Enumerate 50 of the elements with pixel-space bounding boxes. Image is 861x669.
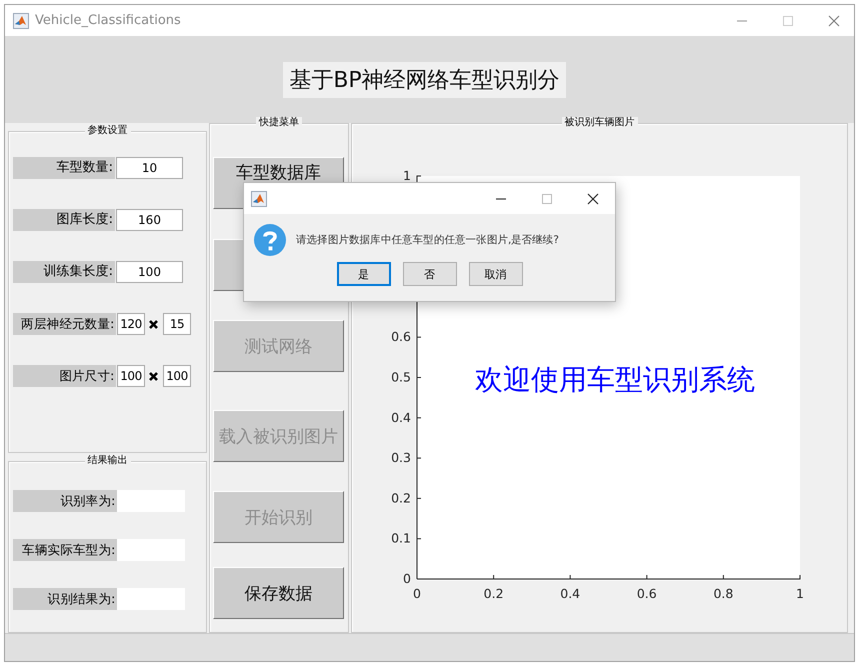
axis-tick-label: 0.6 [391, 329, 411, 344]
welcome-text: 欢迎使用车型识别系统 [475, 363, 755, 396]
panel-title: 结果输出 [84, 455, 130, 467]
field-label: 车辆实际车型为: [13, 539, 117, 561]
axis-tick-label: 0.5 [391, 370, 411, 384]
dialog-button[interactable]: 否 [402, 262, 456, 286]
close-icon[interactable] [587, 192, 599, 204]
matlab-logo-icon [251, 190, 267, 206]
panel-title: 被识别车辆图片 [562, 117, 638, 129]
panel-title: 快捷菜单 [256, 117, 302, 129]
axis-tick-label: 0.2 [391, 490, 411, 506]
menu-button[interactable]: 保存数据 [213, 567, 344, 619]
axis-tick-label: 0.4 [391, 410, 411, 425]
input-field[interactable]: 15 [163, 313, 191, 335]
output-field [117, 490, 185, 512]
panel-title: 参数设置 [84, 125, 130, 137]
matlab-logo-icon [13, 12, 29, 28]
dialog-button[interactable]: 取消 [468, 262, 522, 286]
axis-tick-label: 0.6 [636, 586, 657, 601]
window-title: Vehicle_Classifications [35, 13, 181, 28]
field-label: 图片尺寸: [13, 365, 116, 387]
times-icon [148, 318, 159, 330]
axis-tick-label: 0.1 [391, 530, 411, 546]
question-icon [254, 224, 286, 256]
input-field[interactable]: 10 [116, 157, 183, 179]
field-label: 识别结果为: [13, 588, 117, 610]
output-field [117, 539, 185, 561]
input-field[interactable]: 160 [116, 209, 183, 231]
dialog-message: 请选择图片数据库中任意车型的任意一张图片,是否继续? [296, 233, 559, 247]
input-field[interactable]: 120 [117, 313, 145, 335]
axis-tick-label: 1 [796, 586, 804, 601]
times-icon [148, 370, 159, 382]
dialog-button[interactable]: 是 [336, 262, 390, 286]
input-field[interactable]: 100 [116, 261, 183, 283]
axis-tick-label: 0.2 [484, 586, 504, 601]
field-label: 两层神经元数量: [13, 313, 116, 335]
field-label: 识别率为: [13, 490, 117, 512]
axis-tick-label: 1 [403, 168, 411, 183]
input-field[interactable]: 100 [163, 365, 191, 387]
field-label: 图库长度: [13, 209, 115, 231]
axis-tick-label: 0 [403, 571, 411, 586]
output-field [117, 588, 185, 610]
axis-tick-label: 0.8 [713, 586, 734, 601]
axis-tick-label: 0.4 [560, 586, 580, 601]
field-label: 车型数量: [13, 157, 115, 179]
axis-tick-label: 0.3 [391, 450, 411, 466]
input-field[interactable]: 100 [117, 365, 145, 387]
app-heading: 基于BP神经网络车型识别分 [283, 62, 566, 98]
field-label: 训练集长度: [13, 261, 115, 283]
axis-tick-label: 0 [413, 586, 421, 601]
